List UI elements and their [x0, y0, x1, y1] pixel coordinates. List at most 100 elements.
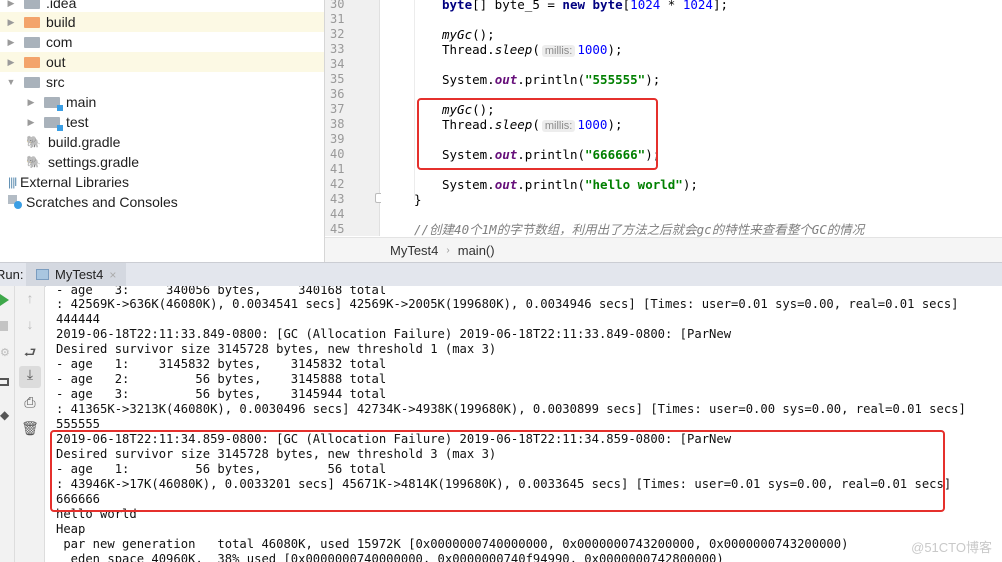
console-line: Heap	[56, 522, 86, 536]
expand-arrow-icon[interactable]: ▶	[26, 97, 36, 108]
run-toolbar-secondary: ↑ ↓ ⮐ ⤓ ⎙ 🗑	[15, 286, 45, 562]
console-line: : 41365K->3213K(46080K), 0.0030496 secs]…	[56, 402, 966, 416]
tree-item-external-libraries[interactable]: |||l External Libraries	[0, 172, 324, 192]
restore-layout-icon[interactable]: ⚙	[0, 346, 10, 359]
tree-item-scratches[interactable]: Scratches and Consoles	[0, 192, 324, 212]
console-line: Desired survivor size 3145728 bytes, new…	[56, 342, 497, 356]
rerun-icon[interactable]	[0, 294, 9, 306]
project-tree: ▶ .idea ▶ build ▶ com ▶ out ▼ src ▶ main…	[0, 0, 325, 262]
console-line: - age 3: 56 bytes, 3145944 total	[56, 387, 387, 401]
tree-item-src[interactable]: ▼ src	[0, 72, 324, 92]
gradle-icon: 🐘	[26, 155, 41, 169]
breadcrumb-class[interactable]: MyTest4	[390, 243, 438, 258]
console-output[interactable]: - age 3: 340056 bytes, 340168 total : 42…	[46, 286, 1002, 562]
close-icon[interactable]: ×	[109, 268, 116, 282]
line-number: 30	[330, 0, 345, 11]
tree-item-label: build.gradle	[48, 134, 121, 150]
line-number: 38	[330, 117, 345, 131]
indent-guide	[414, 0, 415, 200]
expand-arrow-icon[interactable]: ▶	[6, 0, 16, 9]
tree-item-label: src	[46, 74, 65, 90]
line-number: 45	[330, 222, 345, 236]
folder-icon	[24, 76, 40, 88]
tree-item-test[interactable]: ▶ test	[0, 112, 324, 132]
breadcrumb-method[interactable]: main()	[458, 243, 495, 258]
tree-item-build[interactable]: ▶ build	[0, 12, 324, 32]
console-line: - age 2: 56 bytes, 3145888 total	[56, 372, 387, 386]
scroll-to-end-icon[interactable]: ⤓	[19, 366, 41, 388]
trash-icon[interactable]: 🗑	[19, 420, 41, 437]
tree-item-out[interactable]: ▶ out	[0, 52, 324, 72]
expand-arrow-icon[interactable]: ▶	[6, 57, 16, 68]
console-line: 2019-06-18T22:11:33.849-0800: [GC (Alloc…	[56, 327, 732, 341]
breadcrumb-separator-icon: ›	[446, 244, 450, 256]
line-number: 42	[330, 177, 345, 191]
source-folder-icon	[44, 96, 63, 111]
code-line-45-comment: //创建40个1M的字节数组，利用出了方法之后就会gc的特性来查看整个GC的情况	[414, 222, 865, 237]
layout-icon[interactable]	[0, 378, 9, 386]
line-number: 43	[330, 192, 345, 206]
tree-item-label: com	[46, 34, 73, 50]
expand-arrow-icon[interactable]: ▶	[6, 37, 16, 48]
print-icon[interactable]: ⎙	[19, 394, 41, 411]
libraries-icon: |||l	[8, 175, 17, 189]
highlight-box-console	[50, 430, 945, 512]
line-number: 31	[330, 12, 345, 26]
arrow-up-icon[interactable]: ↑	[19, 290, 41, 306]
line-number: 41	[330, 162, 345, 176]
arrow-down-icon[interactable]: ↓	[19, 316, 41, 332]
line-number: 32	[330, 27, 345, 41]
scratches-icon	[8, 195, 22, 209]
line-number: 33	[330, 42, 345, 56]
line-number: 44	[330, 207, 345, 221]
line-number: 39	[330, 132, 345, 146]
pin-icon[interactable]: ◆	[0, 408, 9, 422]
console-line: : 42569K->636K(46080K), 0.0034541 secs] …	[56, 297, 959, 311]
run-tab-mytest4[interactable]: MyTest4 ×	[26, 262, 127, 287]
test-folder-icon	[44, 116, 63, 131]
tree-item-label: .idea	[46, 0, 77, 11]
tree-item-settings-gradle[interactable]: 🐘 settings.gradle	[0, 152, 324, 172]
run-label: Run:	[0, 267, 24, 282]
code-line-32: myGc();	[442, 27, 495, 42]
line-number: 37	[330, 102, 345, 116]
code-line-43: }	[414, 192, 422, 207]
tree-item-label: test	[66, 114, 89, 130]
tree-item-label: build	[46, 14, 76, 30]
code-line-33: Thread.sleep(millis: 1000);	[442, 42, 623, 57]
soft-wrap-icon[interactable]: ⮐	[19, 342, 41, 366]
tree-item-label: Scratches and Consoles	[26, 194, 178, 210]
console-line: eden space 40960K, 38% used [0x000000074…	[56, 552, 724, 562]
line-number: 34	[330, 57, 345, 71]
folder-excluded-icon	[24, 56, 40, 68]
line-number: 36	[330, 87, 345, 101]
tree-item-build-gradle[interactable]: 🐘 build.gradle	[0, 132, 324, 152]
tree-item-label: out	[46, 54, 66, 70]
expand-arrow-icon[interactable]: ▶	[26, 117, 36, 128]
tree-item-main[interactable]: ▶ main	[0, 92, 324, 112]
stop-icon[interactable]	[0, 321, 8, 331]
tree-item-label: External Libraries	[20, 174, 129, 190]
line-number-gutter: 30 31 32 33 34 35 36 37 38 39 40 41 42 4…	[325, 0, 380, 236]
parameter-hint: millis:	[541, 45, 576, 57]
run-toolbar-primary: ⚙ ◆	[0, 286, 15, 562]
gradle-icon: 🐘	[26, 135, 41, 149]
console-line: par new generation total 46080K, used 15…	[56, 537, 849, 551]
folder-excluded-icon	[24, 16, 40, 28]
code-line-35: System.out.println("555555");	[442, 72, 661, 87]
tree-item-label: main	[66, 94, 97, 110]
code-line-42: System.out.println("hello world");	[442, 177, 698, 192]
highlight-box-code	[417, 98, 658, 170]
line-number: 35	[330, 72, 345, 86]
folder-icon	[24, 36, 40, 48]
console-icon	[36, 269, 49, 280]
console-line: - age 1: 3145832 bytes, 3145832 total	[56, 357, 387, 371]
breadcrumb: MyTest4 › main()	[325, 237, 1002, 262]
code-editor[interactable]: byte[] byte_5 = new byte[1024 * 1024]; m…	[381, 0, 1002, 237]
tree-item-com[interactable]: ▶ com	[0, 32, 324, 52]
code-line-30: byte[] byte_5 = new byte[1024 * 1024];	[442, 0, 729, 12]
collapse-arrow-icon[interactable]: ▼	[6, 77, 16, 87]
expand-arrow-icon[interactable]: ▶	[6, 17, 16, 28]
folder-icon	[24, 0, 40, 9]
tree-item-label: settings.gradle	[48, 154, 140, 170]
